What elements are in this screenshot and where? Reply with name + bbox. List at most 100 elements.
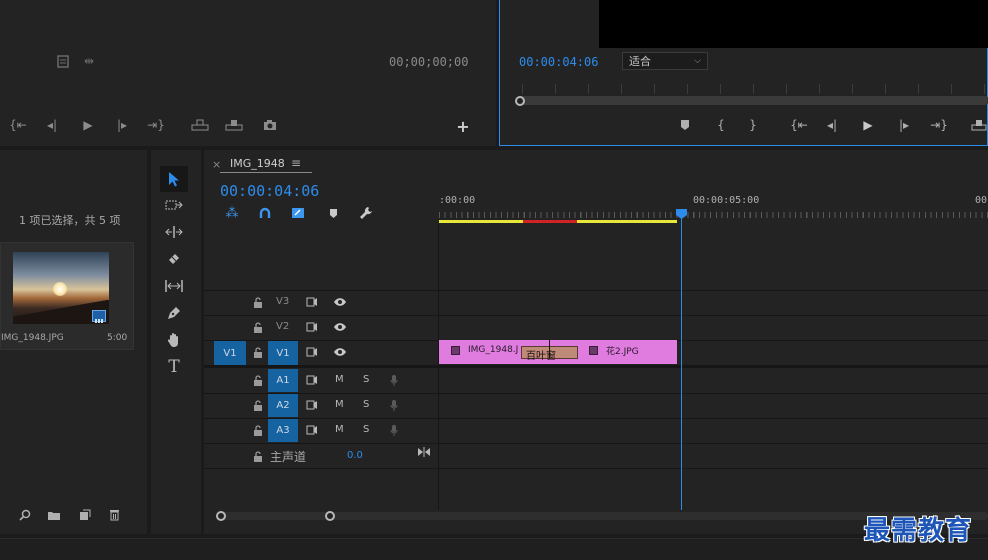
- transition-label: 百叶窗: [526, 351, 556, 362]
- mark-out-icon[interactable]: }: [746, 117, 760, 133]
- lock-icon[interactable]: [252, 296, 264, 308]
- project-panel: 1 项已选择，共 5 项 IMG_1948.JPG 5:00: [0, 150, 147, 534]
- ruler-ticks: [439, 212, 988, 218]
- microphone-icon[interactable]: [388, 422, 400, 438]
- scroll-handle-left[interactable]: [216, 511, 226, 521]
- microphone-icon[interactable]: [388, 372, 400, 388]
- new-bin-icon[interactable]: [46, 508, 62, 522]
- track-target-a3[interactable]: A3: [268, 419, 298, 442]
- clip-img-1948[interactable]: IMG_1948.J 百叶窗 花2.JPG: [439, 340, 677, 364]
- program-time-ruler[interactable]: [518, 84, 988, 106]
- transition-blinds[interactable]: 百叶窗: [521, 340, 578, 362]
- play-icon[interactable]: ▶: [860, 117, 876, 133]
- type-tool-icon[interactable]: T: [163, 357, 185, 377]
- sequence-tab[interactable]: IMG_1948: [230, 157, 285, 170]
- linked-selection-icon[interactable]: [290, 206, 306, 220]
- clip-a-label: IMG_1948.J: [468, 345, 519, 355]
- solo-button[interactable]: S: [363, 374, 369, 385]
- ruler-start-label: :00:00: [439, 195, 476, 206]
- panel-menu-icon[interactable]: ≡: [291, 156, 301, 170]
- eye-icon[interactable]: [332, 296, 348, 308]
- master-volume[interactable]: 0.0: [347, 450, 363, 461]
- tools-panel: T: [151, 150, 201, 534]
- slip-icon[interactable]: [163, 277, 185, 295]
- solo-button[interactable]: S: [363, 424, 369, 435]
- master-label: 主声道: [270, 450, 307, 464]
- fit-dropdown[interactable]: 适合 ⌵: [622, 52, 708, 70]
- track-target-a1[interactable]: A1: [268, 369, 298, 392]
- search-icon[interactable]: [18, 508, 32, 522]
- program-video-frame: [599, 0, 988, 48]
- lift-icon[interactable]: [970, 118, 988, 132]
- lock-icon[interactable]: [252, 346, 264, 358]
- export-frame-icon[interactable]: [262, 118, 278, 132]
- time-ruler[interactable]: :00:00 00:00:05:00 00: [439, 188, 988, 224]
- step-back-icon[interactable]: ◂|: [44, 118, 60, 132]
- clip-name: IMG_1948.JPG: [1, 333, 64, 343]
- trash-icon[interactable]: [107, 508, 121, 522]
- mark-in-icon[interactable]: {⇤: [9, 118, 27, 132]
- clip-thumbnail-card[interactable]: IMG_1948.JPG 5:00: [0, 242, 134, 350]
- selection-status: 1 项已选择，共 5 项: [19, 214, 121, 227]
- safe-margins-icon[interactable]: [56, 54, 70, 68]
- go-to-edit-point-icon[interactable]: [416, 446, 432, 458]
- lock-icon[interactable]: [252, 399, 264, 411]
- ripple-edit-icon[interactable]: [163, 223, 185, 241]
- microphone-icon[interactable]: [388, 397, 400, 413]
- track-select-icon[interactable]: [163, 197, 185, 215]
- playhead-line: [681, 219, 682, 510]
- eye-icon[interactable]: [332, 321, 348, 333]
- step-forward-icon[interactable]: |▸: [896, 118, 912, 132]
- step-forward-icon[interactable]: |▸: [114, 118, 130, 132]
- solo-button[interactable]: S: [363, 399, 369, 410]
- hand-icon[interactable]: [163, 331, 185, 349]
- new-item-icon[interactable]: [78, 508, 92, 522]
- sync-lock-icon[interactable]: [305, 321, 319, 333]
- sync-lock-icon[interactable]: [305, 346, 319, 358]
- sync-lock-icon[interactable]: [305, 399, 319, 411]
- step-back-icon[interactable]: ◂|: [824, 118, 840, 132]
- close-icon[interactable]: ×: [212, 158, 221, 171]
- go-to-in-icon[interactable]: {⇤: [790, 118, 808, 132]
- eye-icon[interactable]: [332, 346, 348, 358]
- clip-duration: 5:00: [107, 333, 128, 343]
- source-patch-v1[interactable]: V1: [214, 341, 246, 365]
- timeline-timecode[interactable]: 00:00:04:06: [220, 182, 319, 200]
- lock-icon[interactable]: [252, 450, 264, 462]
- pen-icon[interactable]: [163, 304, 185, 322]
- chevron-down-icon: ⌵: [694, 56, 701, 66]
- insert-icon[interactable]: [190, 118, 210, 132]
- track-label-v3: V3: [276, 296, 290, 307]
- fx-badge-icon: [589, 346, 598, 355]
- mute-button[interactable]: M: [335, 424, 344, 435]
- lock-icon[interactable]: [252, 374, 264, 386]
- play-icon[interactable]: ▶: [80, 117, 96, 133]
- razor-icon[interactable]: [163, 250, 185, 268]
- nest-icon[interactable]: ⁂: [224, 206, 240, 220]
- track-target-a2[interactable]: A2: [268, 394, 298, 417]
- add-marker-icon[interactable]: [326, 206, 340, 220]
- wrench-icon[interactable]: [358, 205, 374, 221]
- audio-waveform-icon[interactable]: ⇹: [80, 54, 98, 68]
- lock-icon[interactable]: [252, 321, 264, 333]
- sync-lock-icon[interactable]: [305, 424, 319, 436]
- mark-in-icon[interactable]: {: [714, 117, 728, 133]
- lock-icon[interactable]: [252, 424, 264, 436]
- selection-tool[interactable]: [160, 166, 188, 192]
- add-button-icon[interactable]: +: [455, 119, 471, 135]
- program-timecode[interactable]: 00:00:04:06: [519, 55, 598, 69]
- snap-icon[interactable]: [257, 206, 273, 220]
- add-marker-icon[interactable]: [678, 118, 692, 132]
- scroll-handle-right[interactable]: [325, 511, 335, 521]
- mute-button[interactable]: M: [335, 374, 344, 385]
- go-to-out-icon[interactable]: ⇥}: [930, 118, 948, 132]
- sync-lock-icon[interactable]: [305, 296, 319, 308]
- scrubber-handle[interactable]: [515, 96, 525, 106]
- mute-button[interactable]: M: [335, 399, 344, 410]
- ruler-end-label: 00: [975, 195, 988, 206]
- mark-out-icon[interactable]: ⇥}: [147, 118, 165, 132]
- overwrite-icon[interactable]: [224, 118, 244, 132]
- sync-lock-icon[interactable]: [305, 374, 319, 386]
- program-monitor: 00:00:04:06 适合 ⌵ { } {⇤ ◂| ▶ |▸ ⇥}: [499, 0, 988, 146]
- track-target-v1[interactable]: V1: [268, 341, 298, 365]
